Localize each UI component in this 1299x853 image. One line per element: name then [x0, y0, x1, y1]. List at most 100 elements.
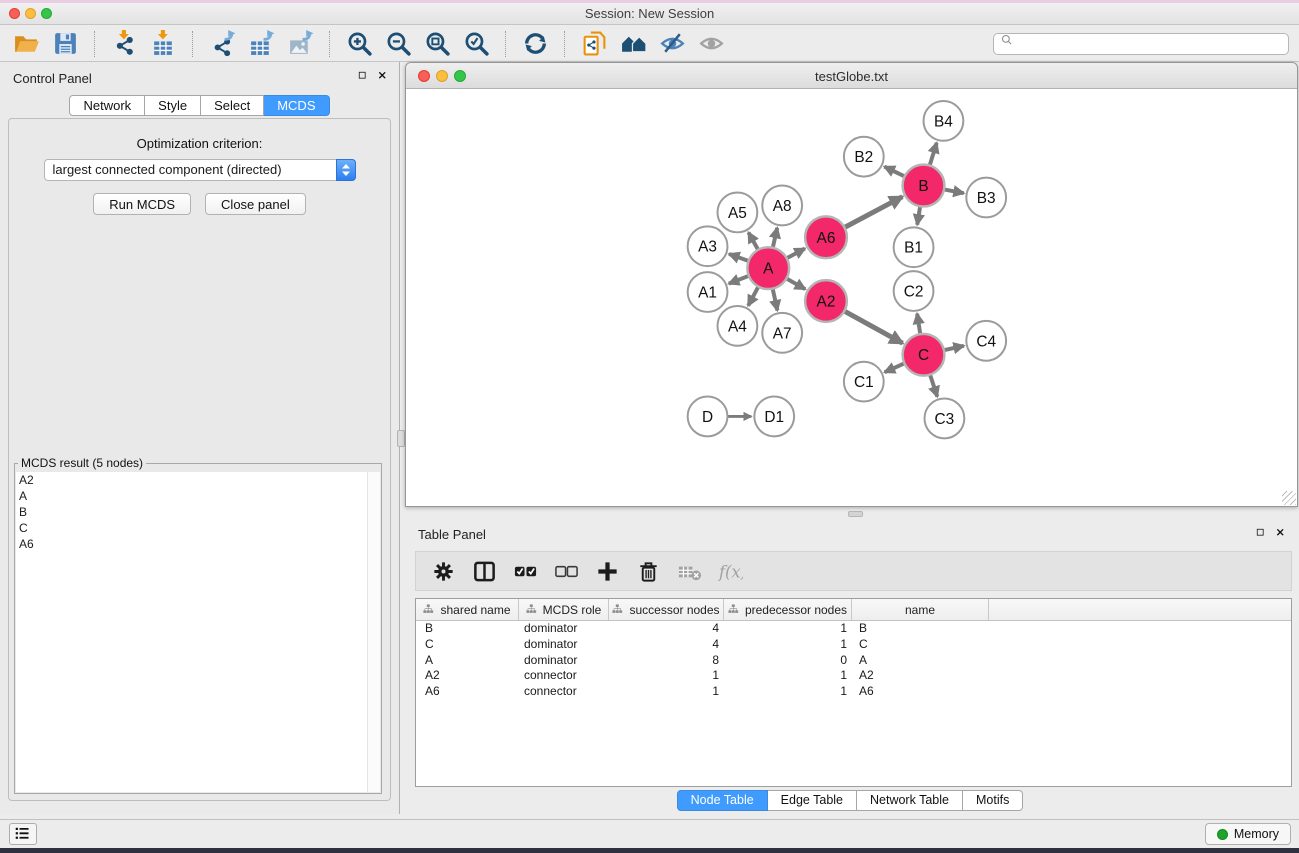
import-table-button[interactable]	[147, 29, 179, 59]
graph-node-A5[interactable]: A5	[718, 193, 758, 233]
graph-node-A3[interactable]: A3	[688, 226, 728, 266]
graph-edge-B-B3[interactable]	[944, 189, 964, 193]
duplicate-network-button[interactable]	[578, 29, 610, 59]
column-header-MCDS-role[interactable]: MCDS role	[519, 599, 609, 620]
table-row[interactable]: Adominator80A	[416, 653, 1291, 669]
tab-network-table[interactable]: Network Table	[857, 790, 963, 811]
table-row[interactable]: Bdominator41B	[416, 621, 1291, 637]
save-session-button[interactable]	[49, 29, 81, 59]
graph-edge-A-A5[interactable]	[748, 232, 758, 249]
graph-edge-A-A6[interactable]	[787, 249, 805, 259]
search-input[interactable]	[1021, 35, 1288, 53]
graph-edge-A6-B[interactable]	[844, 197, 902, 228]
graph-node-C4[interactable]: C4	[966, 321, 1006, 361]
graph-node-C3[interactable]: C3	[925, 399, 965, 439]
graph-edge-C-C3[interactable]	[930, 375, 937, 397]
export-image-button[interactable]	[284, 29, 316, 59]
graph-node-D1[interactable]: D1	[754, 397, 794, 437]
function-builder-button[interactable]: f(x)	[717, 556, 743, 586]
graph-edge-C-C4[interactable]	[944, 346, 964, 350]
tab-mcds[interactable]: MCDS	[264, 95, 329, 116]
graph-node-A4[interactable]: A4	[718, 306, 758, 346]
column-header-predecessor-nodes[interactable]: predecessor nodes	[724, 599, 852, 620]
graph-node-A2[interactable]: A2	[805, 280, 847, 322]
tab-style[interactable]: Style	[145, 95, 201, 116]
refresh-layout-button[interactable]	[519, 29, 551, 59]
show-hidden-button[interactable]	[695, 29, 727, 59]
graph-edge-B-B1[interactable]	[917, 206, 920, 224]
tab-edge-table[interactable]: Edge Table	[768, 790, 857, 811]
run-mcds-button[interactable]: Run MCDS	[93, 193, 191, 215]
graph-node-D[interactable]: D	[688, 397, 728, 437]
mcds-result-item[interactable]: B	[16, 504, 380, 520]
hide-selected-button[interactable]	[656, 29, 688, 59]
split-divider-grip[interactable]	[397, 430, 405, 447]
graph-edge-C-C2[interactable]	[917, 314, 920, 334]
graph-node-B[interactable]: B	[903, 165, 945, 207]
zoom-fit-button[interactable]	[421, 29, 453, 59]
mcds-result-item[interactable]: A2	[16, 472, 380, 488]
graph-edge-A-A3[interactable]	[729, 254, 749, 261]
column-header-successor-nodes[interactable]: successor nodes	[609, 599, 724, 620]
result-scrollbar[interactable]	[367, 472, 380, 792]
add-column-button[interactable]	[594, 556, 620, 586]
tab-motifs[interactable]: Motifs	[963, 790, 1023, 811]
mcds-result-item[interactable]: A	[16, 488, 380, 504]
export-table-button[interactable]	[245, 29, 277, 59]
window-resize-grip[interactable]	[1282, 491, 1296, 505]
tab-select[interactable]: Select	[201, 95, 264, 116]
mcds-result-item[interactable]: A6	[16, 536, 380, 552]
horizontal-divider-grip[interactable]	[848, 511, 863, 517]
first-neighbors-button[interactable]	[617, 29, 649, 59]
graph-node-C[interactable]: C	[903, 334, 945, 376]
graph-edge-B-B4[interactable]	[930, 143, 937, 166]
graph-edge-A-A8[interactable]	[773, 228, 777, 248]
graph-node-C2[interactable]: C2	[894, 271, 934, 311]
table-row[interactable]: A6connector11A6	[416, 684, 1291, 700]
graph-edge-B-B2[interactable]	[884, 167, 904, 177]
table-settings-button[interactable]	[430, 556, 456, 586]
graph-node-C1[interactable]: C1	[844, 362, 884, 402]
network-canvas[interactable]: B4B2BB3A5A8A6A3AB1A1A2C2A4A7CC4C1C3DD1	[406, 90, 1297, 506]
float-panel-icon[interactable]	[358, 71, 369, 82]
export-network-button[interactable]	[206, 29, 238, 59]
memory-button[interactable]: Memory	[1205, 823, 1291, 845]
graph-node-A[interactable]: A	[747, 247, 789, 289]
unselect-all-columns-button[interactable]	[553, 556, 579, 586]
graph-edge-A-A4[interactable]	[748, 287, 758, 306]
select-all-columns-button[interactable]	[512, 556, 538, 586]
column-header-shared-name[interactable]: shared name	[416, 599, 519, 620]
panel-toggle-button[interactable]	[9, 823, 37, 845]
graph-edge-A2-C[interactable]	[844, 311, 902, 343]
import-network-button[interactable]	[108, 29, 140, 59]
graph-edge-C-C1[interactable]	[885, 363, 905, 372]
delete-table-button[interactable]	[676, 556, 702, 586]
close-panel-button[interactable]: Close panel	[205, 193, 306, 215]
graph-node-B2[interactable]: B2	[844, 137, 884, 177]
graph-node-A1[interactable]: A1	[688, 272, 728, 312]
table-row[interactable]: A2connector11A2	[416, 668, 1291, 684]
graph-node-B1[interactable]: B1	[894, 227, 934, 267]
graph-node-B3[interactable]: B3	[966, 178, 1006, 218]
tab-network[interactable]: Network	[69, 95, 145, 116]
zoom-out-button[interactable]	[382, 29, 414, 59]
graph-node-B4[interactable]: B4	[924, 101, 964, 141]
close-panel-icon[interactable]	[1276, 528, 1287, 539]
close-panel-icon[interactable]	[378, 71, 389, 82]
zoom-in-button[interactable]	[343, 29, 375, 59]
graph-edge-A-A2[interactable]	[786, 278, 805, 289]
graph-edge-A-A1[interactable]	[729, 276, 749, 284]
float-panel-icon[interactable]	[1256, 528, 1267, 539]
criterion-dropdown[interactable]: largest connected component (directed)	[44, 159, 356, 181]
delete-column-button[interactable]	[635, 556, 661, 586]
open-file-button[interactable]	[10, 29, 42, 59]
table-row[interactable]: Cdominator41C	[416, 637, 1291, 653]
mcds-result-item[interactable]: C	[16, 520, 380, 536]
show-columns-button[interactable]	[471, 556, 497, 586]
graph-edge-A-A7[interactable]	[773, 289, 778, 311]
zoom-selected-button[interactable]	[460, 29, 492, 59]
graph-node-A6[interactable]: A6	[805, 216, 847, 258]
column-header-name[interactable]: name	[852, 599, 989, 620]
tab-node-table[interactable]: Node Table	[677, 790, 768, 811]
graph-node-A8[interactable]: A8	[762, 186, 802, 226]
